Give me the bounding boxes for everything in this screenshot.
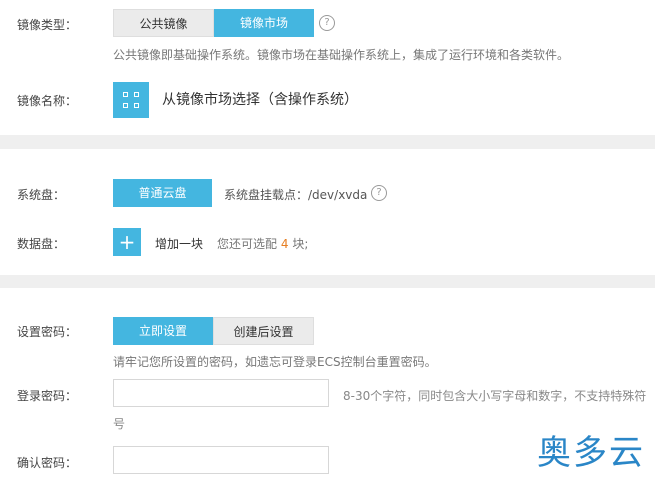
image-name-label: 镜像名称： <box>17 94 78 108</box>
image-section: 镜像类型： 公共镜像 镜像市场 ? 公共镜像即基础操作系统。镜像市场在基础操作系… <box>0 0 655 135</box>
remaining-prefix: 您还可选配 <box>217 237 278 251</box>
remaining-suffix: 块; <box>292 237 309 251</box>
add-disk-button[interactable]: 增加一块 <box>155 235 203 252</box>
system-disk-mount-point: 系统盘挂载点：/dev/xvda <box>224 188 368 202</box>
remaining-disks-text: 您还可选配 4 块; <box>217 235 308 252</box>
add-disk-plus-icon[interactable]: + <box>113 228 141 256</box>
login-password-hint: 8-30个字符，同时包含大小写字母和数字，不支持特殊符 <box>343 389 647 403</box>
remaining-count: 4 <box>280 237 289 251</box>
image-type-label: 镜像类型： <box>17 18 78 32</box>
help-icon[interactable]: ? <box>371 185 387 201</box>
confirm-password-label: 确认密码： <box>17 456 78 470</box>
disk-section <box>0 149 655 275</box>
login-password-label: 登录密码： <box>17 389 78 403</box>
password-reminder: 请牢记您所设置的密码，如遗忘可登录ECS控制台重置密码。 <box>113 355 437 369</box>
system-disk-type-button[interactable]: 普通云盘 <box>113 179 212 207</box>
set-password-label: 设置密码： <box>17 325 78 339</box>
set-later-button[interactable]: 创建后设置 <box>213 317 314 345</box>
login-password-hint-cont: 号 <box>113 417 126 431</box>
set-now-button[interactable]: 立即设置 <box>113 317 213 345</box>
data-disk-label: 数据盘： <box>17 237 66 251</box>
image-type-description: 公共镜像即基础操作系统。镜像市场在基础操作系统上，集成了运行环境和各类软件。 <box>113 48 570 62</box>
confirm-password-input[interactable] <box>113 446 329 474</box>
select-image-link[interactable]: 从镜像市场选择（含操作系统） <box>162 89 358 109</box>
system-disk-label: 系统盘： <box>17 188 66 202</box>
help-icon[interactable]: ? <box>319 15 335 31</box>
watermark-logo: 奥多云 <box>537 433 645 473</box>
apps-grid-icon[interactable] <box>113 82 149 118</box>
tab-public-image[interactable]: 公共镜像 <box>113 9 214 37</box>
login-password-input[interactable] <box>113 379 329 407</box>
tab-image-market[interactable]: 镜像市场 <box>214 9 314 37</box>
